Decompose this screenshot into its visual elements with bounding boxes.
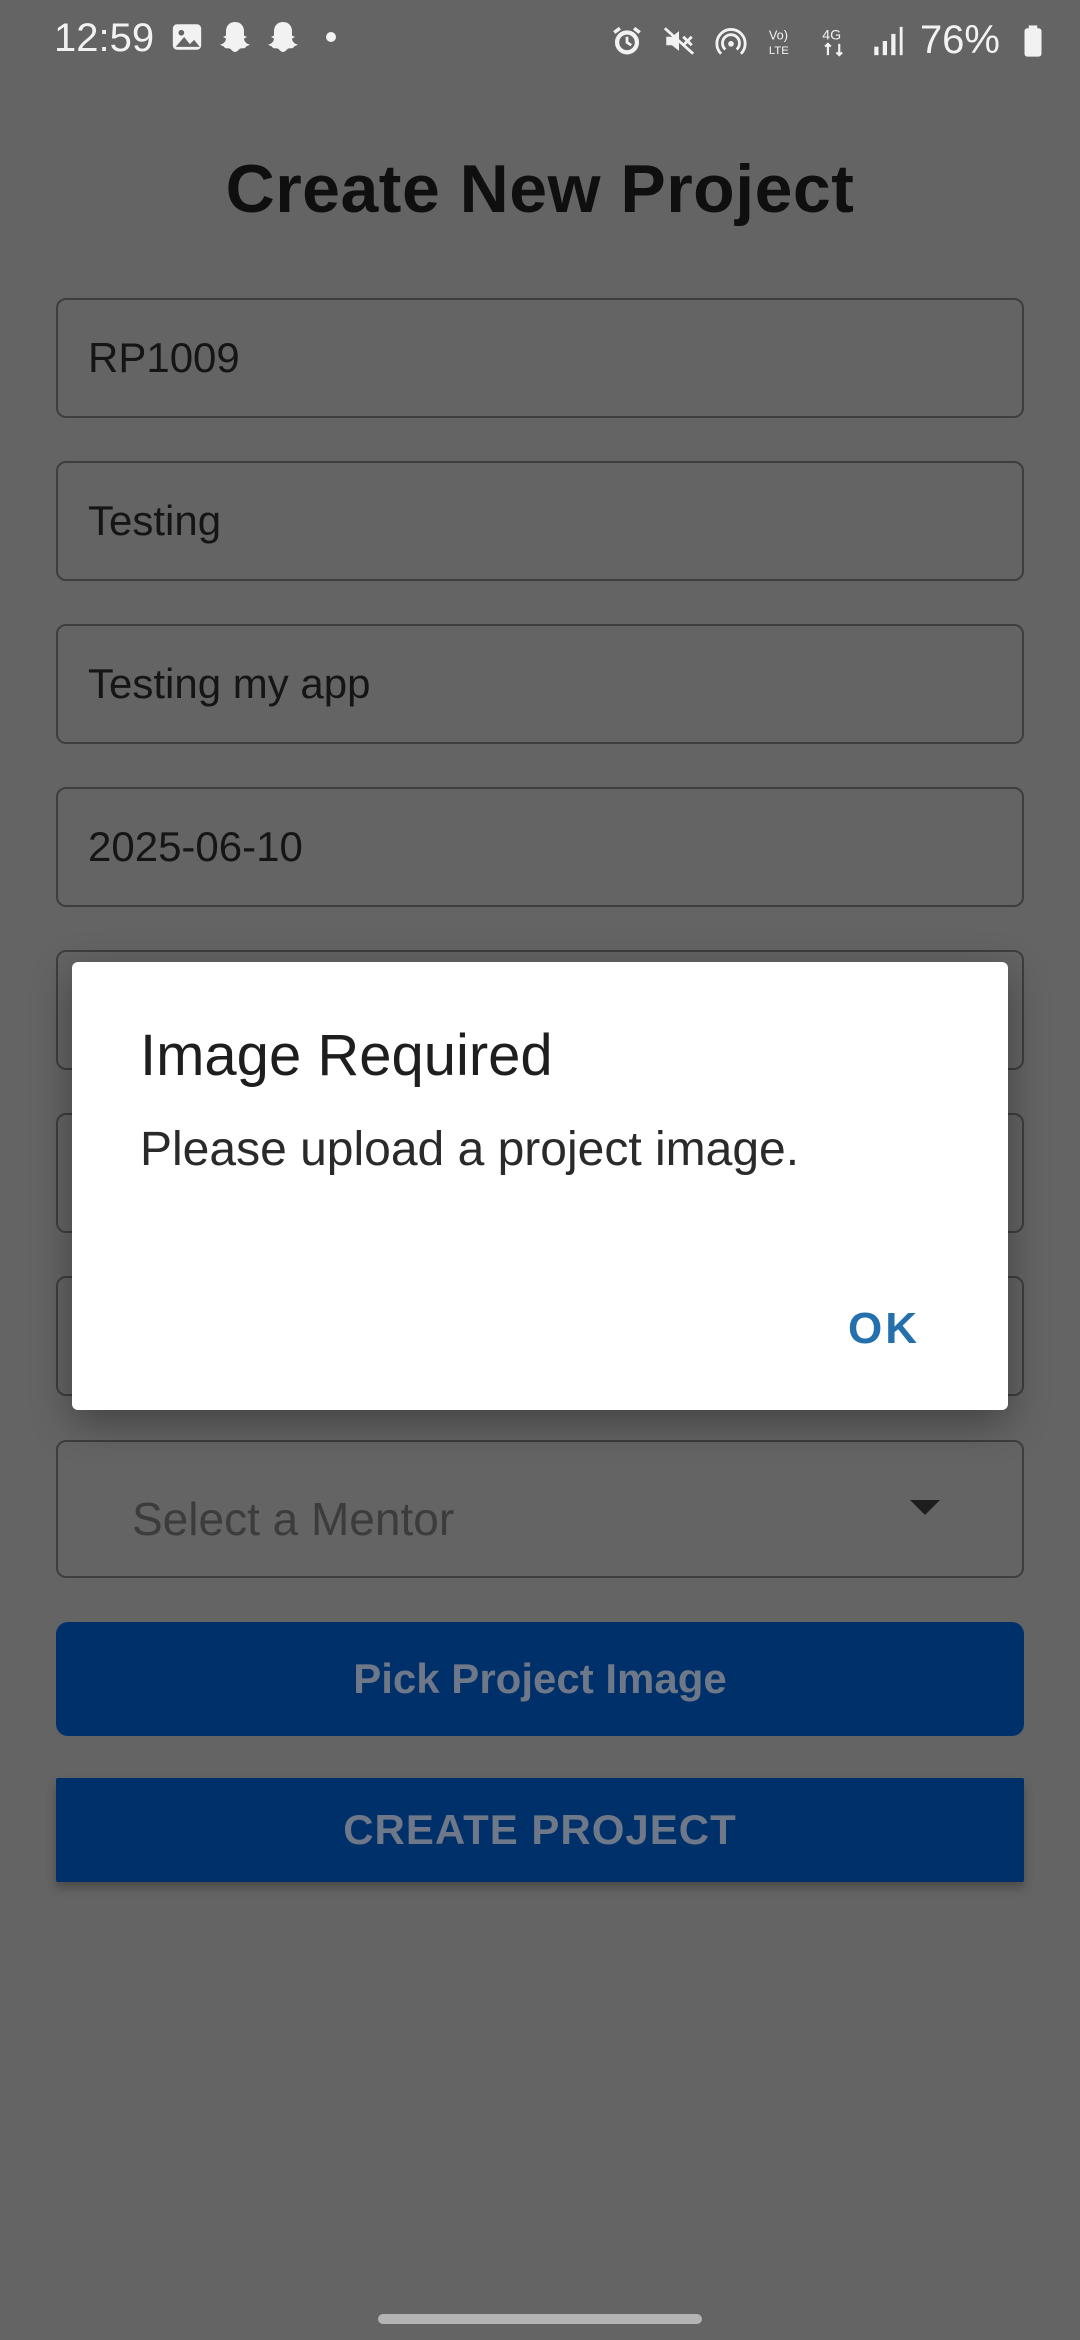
svg-text:LTE: LTE bbox=[769, 44, 789, 56]
mentor-select-placeholder: Select a Mentor bbox=[132, 1493, 455, 1545]
create-project-button[interactable]: CREATE PROJECT bbox=[56, 1778, 1024, 1882]
project-id-field[interactable]: RP1009 bbox=[56, 298, 1024, 418]
project-description-field[interactable]: Testing my app bbox=[56, 624, 1024, 744]
more-notifications-dot bbox=[326, 32, 336, 42]
battery-percentage: 76% bbox=[919, 18, 1000, 62]
dialog-message: Please upload a project image. bbox=[140, 1123, 800, 1176]
mentor-select[interactable]: Select a Mentor bbox=[56, 1440, 1024, 1578]
project-name-field[interactable]: Testing bbox=[56, 461, 1024, 581]
gallery-icon bbox=[168, 18, 206, 56]
project-date-field[interactable]: 2025-06-10 bbox=[56, 787, 1024, 907]
image-required-dialog: Image Required Please upload a project i… bbox=[72, 962, 1008, 1410]
signal-icon bbox=[868, 22, 906, 60]
svg-text:Vo): Vo) bbox=[769, 27, 788, 42]
hotspot-icon bbox=[712, 22, 750, 60]
home-indicator[interactable] bbox=[378, 2314, 702, 2324]
volte-icon: Vo) LTE bbox=[764, 22, 802, 60]
dialog-title: Image Required bbox=[140, 1023, 553, 1088]
status-system-icons: Vo) LTE 4G 76% bbox=[608, 18, 1052, 63]
status-time: 12:59 bbox=[54, 16, 155, 60]
4g-icon: 4G bbox=[816, 22, 854, 60]
mute-icon bbox=[660, 22, 698, 60]
pick-image-button[interactable]: Pick Project Image bbox=[56, 1622, 1024, 1736]
alarm-icon bbox=[608, 22, 646, 60]
snapchat-icon bbox=[216, 18, 254, 56]
battery-icon bbox=[1014, 22, 1052, 60]
dialog-ok-button[interactable]: OK bbox=[848, 1304, 920, 1354]
status-bar: 12:59 Vo) LTE 4G 76% bbox=[0, 0, 1080, 80]
status-notification-icons bbox=[168, 18, 336, 56]
chevron-down-icon bbox=[910, 1500, 940, 1515]
snapchat-icon bbox=[264, 18, 302, 56]
svg-text:4G: 4G bbox=[822, 27, 841, 43]
page-title: Create New Project bbox=[225, 151, 855, 227]
